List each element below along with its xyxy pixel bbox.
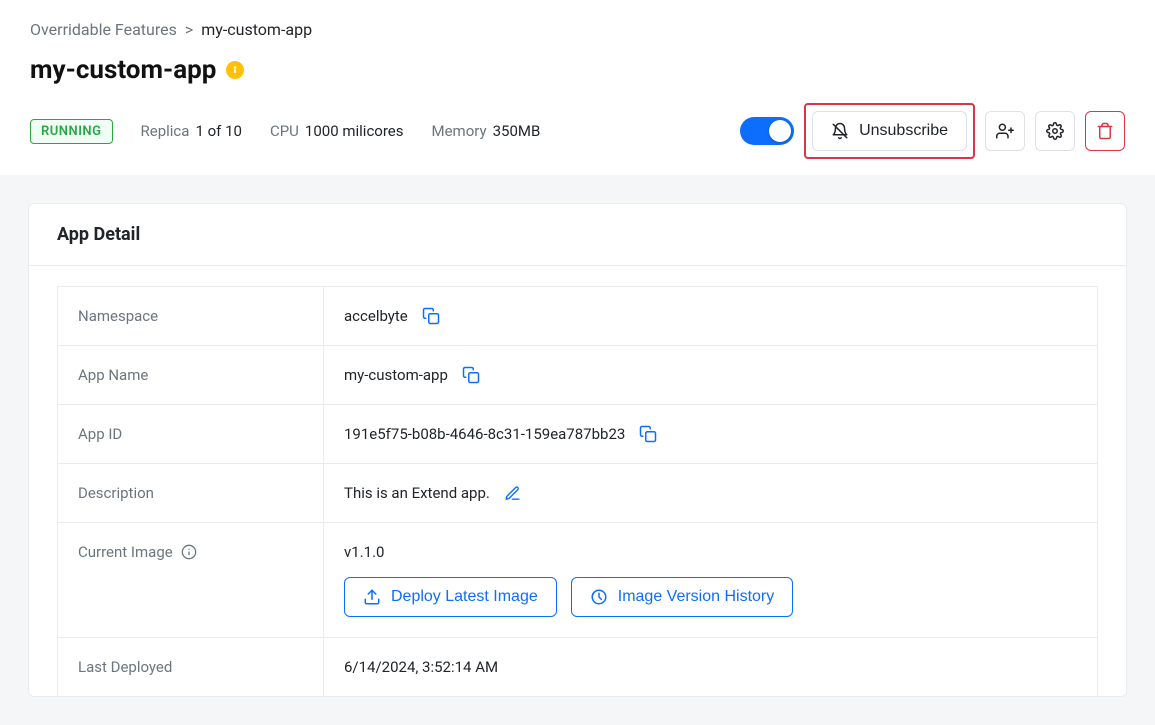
value-last-deployed: 6/14/2024, 3:52:14 AM <box>344 658 498 676</box>
label-app-id: App ID <box>58 405 324 463</box>
detail-table: Namespace accelbyte App Name my-custom-a… <box>57 286 1098 696</box>
value-description: This is an Extend app. <box>344 484 490 502</box>
app-detail-card: App Detail Namespace accelbyte App Name <box>28 203 1127 697</box>
settings-button[interactable] <box>1035 111 1075 151</box>
label-last-deployed: Last Deployed <box>58 638 324 696</box>
breadcrumb-parent[interactable]: Overridable Features <box>30 20 177 39</box>
breadcrumb-current: my-custom-app <box>201 20 312 39</box>
value-app-name: my-custom-app <box>344 366 448 384</box>
row-current-image: Current Image v1.1.0 Deploy Latest Image <box>58 523 1097 638</box>
toggle-knob <box>769 120 791 142</box>
row-description: Description This is an Extend app. <box>58 464 1097 523</box>
page-title: my-custom-app <box>30 55 216 85</box>
label-app-name: App Name <box>58 346 324 404</box>
cpu-info: CPU1000 milicores <box>270 122 404 140</box>
bell-off-icon <box>831 122 849 140</box>
row-namespace: Namespace accelbyte <box>58 287 1097 346</box>
info-icon[interactable] <box>181 544 197 560</box>
status-badge: RUNNING <box>30 119 113 144</box>
label-namespace: Namespace <box>58 287 324 345</box>
value-namespace: accelbyte <box>344 307 408 325</box>
unsubscribe-highlight: Unsubscribe <box>804 103 975 159</box>
copy-icon[interactable] <box>462 366 480 384</box>
value-current-image: v1.1.0 <box>344 543 384 561</box>
value-app-id: 191e5f75-b08b-4646-8c31-159ea787bb23 <box>344 425 625 443</box>
memory-info: Memory350MB <box>432 122 541 140</box>
warning-icon <box>226 61 244 79</box>
copy-icon[interactable] <box>639 425 657 443</box>
label-current-image: Current Image <box>58 523 324 637</box>
unsubscribe-button[interactable]: Unsubscribe <box>812 111 967 151</box>
copy-icon[interactable] <box>422 307 440 325</box>
delete-button[interactable] <box>1085 111 1125 151</box>
edit-icon[interactable] <box>504 485 521 502</box>
chevron-right-icon: > <box>185 20 193 39</box>
label-description: Description <box>58 464 324 522</box>
row-last-deployed: Last Deployed 6/14/2024, 3:52:14 AM <box>58 638 1097 696</box>
row-app-id: App ID 191e5f75-b08b-4646-8c31-159ea787b… <box>58 405 1097 464</box>
row-app-name: App Name my-custom-app <box>58 346 1097 405</box>
enable-toggle[interactable] <box>740 117 794 145</box>
deploy-latest-button[interactable]: Deploy Latest Image <box>344 577 557 617</box>
members-button[interactable] <box>985 111 1025 151</box>
card-title: App Detail <box>57 224 1098 245</box>
breadcrumb: Overridable Features > my-custom-app <box>30 20 1125 39</box>
image-history-button[interactable]: Image Version History <box>571 577 794 617</box>
replica-info: Replica1 of 10 <box>141 122 242 140</box>
